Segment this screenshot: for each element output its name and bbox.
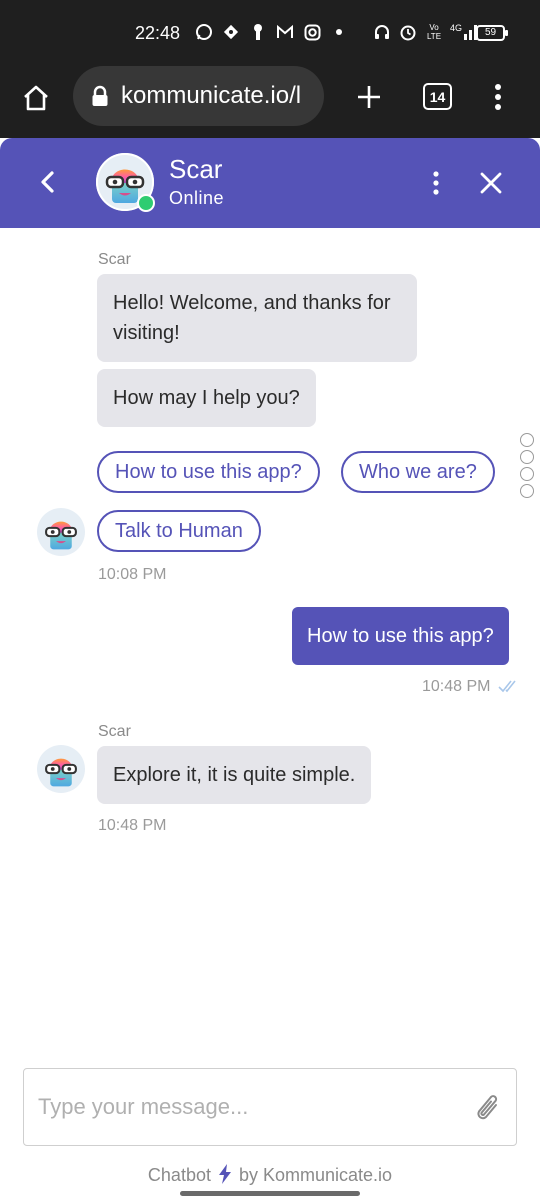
avatar <box>37 745 85 793</box>
paperclip-icon <box>477 1095 498 1120</box>
status-bar: 22:48 Vo LTE 4G 59 <box>0 0 540 66</box>
scroll-dot <box>520 484 534 498</box>
double-check-icon <box>498 678 520 699</box>
message-timestamp: 10:08 PM <box>98 566 167 583</box>
bot-avatar-icon <box>45 758 77 787</box>
chevron-left-icon <box>41 171 54 193</box>
sender-label: Scar <box>98 723 131 740</box>
back-button[interactable] <box>30 164 66 200</box>
lock-icon <box>92 85 108 106</box>
message-timestamp: 10:48 PM <box>98 817 167 834</box>
gmail-icon <box>275 22 295 42</box>
system-icons: Vo LTE 4G <box>372 22 480 42</box>
browser-menu-button[interactable] <box>485 78 511 116</box>
new-tab-button[interactable] <box>350 78 388 116</box>
message-input[interactable] <box>38 1089 458 1125</box>
scroll-dot <box>520 450 534 464</box>
sender-label: Scar <box>98 251 131 268</box>
chat-header: Scar Online <box>0 138 540 228</box>
message-composer <box>23 1068 517 1146</box>
incoming-message: Explore it, it is quite simple. <box>97 746 372 804</box>
gesture-bar[interactable] <box>180 1191 360 1196</box>
whatsapp-icon <box>194 22 214 42</box>
more-vertical-icon <box>495 84 501 110</box>
agent-status: Online <box>169 188 225 208</box>
home-icon <box>24 85 48 111</box>
status-time: 22:48 <box>135 23 181 43</box>
browser-toolbar: kommunicate.io/l 14 <box>0 66 540 138</box>
plus-icon <box>358 86 380 108</box>
outgoing-message: How to use this app? <box>292 607 509 665</box>
quick-reply-button[interactable]: Who we are? <box>341 451 495 493</box>
address-bar[interactable]: kommunicate.io/l <box>73 66 324 126</box>
more-vertical-icon <box>433 171 439 195</box>
location-icon <box>221 22 241 42</box>
bot-avatar-icon <box>45 521 77 550</box>
svg-text:4G: 4G <box>450 23 462 33</box>
headphones-icon <box>372 22 392 42</box>
scroll-dot <box>520 433 534 447</box>
message-timestamp: 10:48 PM <box>422 678 491 695</box>
attach-button[interactable] <box>474 1093 504 1123</box>
footer-prefix: Chatbot <box>147 1165 211 1185</box>
close-chat-button[interactable] <box>476 168 506 198</box>
notification-icons <box>194 22 349 42</box>
dot-icon <box>329 22 349 42</box>
agent-name: Scar <box>169 154 223 184</box>
key-icon <box>248 22 268 42</box>
quick-reply-button[interactable]: How to use this app? <box>97 451 320 493</box>
tab-switcher-button[interactable]: 14 <box>423 83 452 110</box>
battery-indicator: 59 <box>476 25 508 41</box>
online-status-dot <box>137 194 155 212</box>
footer-suffix: by Kommunicate.io <box>239 1165 393 1185</box>
home-button[interactable] <box>18 80 54 116</box>
incoming-message: Hello! Welcome, and thanks for visiting! <box>97 274 417 362</box>
incoming-message: How may I help you? <box>97 369 316 427</box>
side-scroll-handle[interactable] <box>520 433 534 498</box>
close-icon <box>480 172 502 194</box>
volte-icon: Vo LTE <box>426 23 442 41</box>
quick-reply-button[interactable]: Talk to Human <box>97 510 261 552</box>
chat-options-button[interactable] <box>426 168 446 198</box>
avatar <box>37 508 85 556</box>
lightning-icon <box>218 1164 232 1189</box>
alarm-icon <box>398 22 418 42</box>
scroll-dot <box>520 467 534 481</box>
url-text: kommunicate.io/l <box>121 82 302 109</box>
instagram-icon <box>302 22 322 42</box>
powered-by-footer[interactable]: Chatbot by Kommunicate.io <box>0 1164 540 1189</box>
